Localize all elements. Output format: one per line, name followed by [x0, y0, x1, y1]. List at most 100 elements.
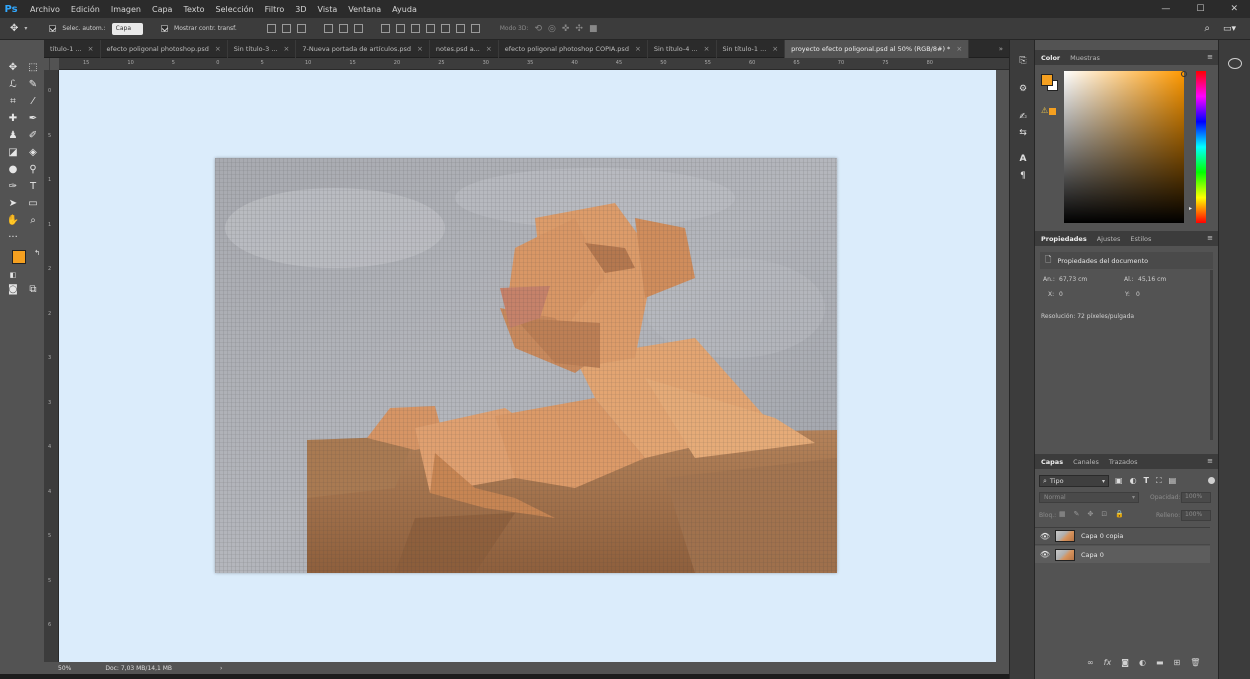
tab-styles[interactable]: Estilos: [1130, 235, 1151, 243]
stamp-tool-icon[interactable]: ♟: [6, 128, 20, 142]
new-layer-icon[interactable]: ⊞: [1174, 658, 1181, 667]
panel-menu-icon[interactable]: ≡: [1207, 457, 1213, 465]
tab-swatches[interactable]: Muestras: [1070, 54, 1100, 62]
lock-transparent-icon[interactable]: ▦: [1059, 510, 1066, 518]
search-icon[interactable]: ⌕: [1204, 23, 1210, 34]
y-value[interactable]: 0: [1136, 291, 1140, 298]
paint-bucket-tool-icon[interactable]: ◈: [26, 145, 40, 159]
slide3d-icon[interactable]: ✣: [575, 24, 583, 34]
distribute-hcenter-icon[interactable]: [440, 24, 450, 33]
blend-mode-dropdown[interactable]: Normal ▾: [1039, 492, 1139, 503]
mask-icon[interactable]: ◙: [1121, 658, 1129, 667]
fill-input[interactable]: 100%: [1181, 510, 1211, 521]
close-button[interactable]: ✕: [1230, 4, 1238, 14]
align-right-icon[interactable]: [353, 24, 363, 33]
lasso-tool-icon[interactable]: ℒ: [6, 77, 20, 91]
close-icon[interactable]: ×: [956, 45, 962, 53]
visibility-eye-icon[interactable]: 👁: [1039, 532, 1051, 541]
distribute-top-icon[interactable]: [380, 24, 390, 33]
x-value[interactable]: 0: [1059, 291, 1063, 298]
menu-ayuda[interactable]: Ayuda: [392, 5, 417, 14]
hue-slider-handle-icon[interactable]: ▸: [1189, 205, 1192, 212]
close-icon[interactable]: ×: [635, 45, 641, 53]
menu-seleccion[interactable]: Selección: [216, 5, 254, 14]
tab-doc-8[interactable]: Sin título-1 ... ×: [717, 39, 786, 58]
move-tool-icon[interactable]: ✥: [10, 23, 18, 34]
align-bottom-icon[interactable]: [296, 24, 306, 33]
tab-doc-2[interactable]: efecto poligonal photoshop.psd ×: [101, 39, 228, 58]
fx-icon[interactable]: fx: [1104, 658, 1112, 667]
tab-doc-active[interactable]: proyecto efecto poligonal.psd al 50% (RG…: [785, 39, 970, 58]
document-canvas[interactable]: [59, 70, 996, 662]
dodge-tool-icon[interactable]: ⚲: [26, 162, 40, 176]
menu-3d[interactable]: 3D: [295, 5, 306, 14]
scale3d-icon[interactable]: ■: [589, 24, 598, 34]
menu-vista[interactable]: Vista: [318, 5, 338, 14]
tab-doc-4[interactable]: 7-Nueva portada de artículos.psd ×: [296, 39, 430, 58]
more-tools-icon[interactable]: ···: [6, 230, 20, 244]
character-panel-icon[interactable]: A: [1016, 154, 1030, 166]
foreground-color-swatch[interactable]: [12, 250, 26, 264]
eyedropper-tool-icon[interactable]: ⁄: [26, 94, 40, 108]
tool-preset-chevron-icon[interactable]: ▾: [24, 25, 27, 32]
tab-paths[interactable]: Trazados: [1109, 458, 1138, 466]
close-icon[interactable]: ×: [486, 45, 492, 53]
menu-ventana[interactable]: Ventana: [348, 5, 381, 14]
gamut-color-chip[interactable]: [1049, 108, 1056, 115]
align-left-icon[interactable]: [323, 24, 333, 33]
default-colors-icon[interactable]: ◧: [6, 268, 20, 282]
close-icon[interactable]: ×: [88, 45, 94, 53]
cc-libraries-icon[interactable]: [1228, 58, 1242, 69]
menu-capa[interactable]: Capa: [152, 5, 172, 14]
status-menu-arrow[interactable]: ›: [220, 665, 222, 672]
auto-select-checkbox[interactable]: [49, 25, 57, 32]
menu-filtro[interactable]: Filtro: [265, 5, 285, 14]
layer-name[interactable]: Capa 0 copia: [1081, 532, 1123, 540]
brush-settings-panel-icon[interactable]: ⚙: [1016, 84, 1030, 96]
healing-tool-icon[interactable]: ✚: [6, 111, 20, 125]
filter-toggle-icon[interactable]: [1208, 477, 1215, 484]
distribute-bottom-icon[interactable]: [410, 24, 420, 33]
close-icon[interactable]: ×: [772, 45, 778, 53]
minimize-button[interactable]: —: [1161, 4, 1170, 14]
pixel-filter-icon[interactable]: ▣: [1115, 476, 1123, 486]
panel-menu-icon[interactable]: ≡: [1207, 234, 1213, 242]
visibility-eye-icon[interactable]: 👁: [1039, 550, 1051, 559]
type-filter-icon[interactable]: T: [1144, 476, 1149, 486]
adjustment-icon[interactable]: ◐: [1139, 658, 1146, 667]
tab-doc-3[interactable]: Sin título-3 ... ×: [228, 39, 297, 58]
rotate3d-icon[interactable]: ⟲: [534, 24, 542, 34]
layer-row-capa-0-copia[interactable]: 👁 Capa 0 copia: [1035, 528, 1210, 545]
width-value[interactable]: 67,73 cm: [1059, 276, 1087, 283]
move-tool-icon[interactable]: ✥: [6, 60, 20, 74]
tab-layers[interactable]: Capas: [1041, 458, 1063, 466]
workspace-icon[interactable]: ▭▾: [1223, 24, 1236, 34]
opacity-input[interactable]: 100%: [1181, 492, 1211, 503]
blur-tool-icon[interactable]: ●: [6, 162, 20, 176]
lock-position-icon[interactable]: ✥: [1088, 510, 1094, 518]
link-icon[interactable]: ∞: [1087, 658, 1094, 667]
layer-filter-dropdown[interactable]: ⌕ Tipo ▾: [1039, 475, 1109, 487]
tab-doc-5[interactable]: notes.psd a... ×: [430, 39, 499, 58]
pen-tool-icon[interactable]: ✑: [6, 179, 20, 193]
height-value[interactable]: 45,16 cm: [1138, 276, 1166, 283]
close-icon[interactable]: ×: [704, 45, 710, 53]
document-image[interactable]: [215, 158, 837, 573]
type-tool-icon[interactable]: T: [26, 179, 40, 193]
close-icon[interactable]: ×: [284, 45, 290, 53]
tab-channels[interactable]: Canales: [1073, 458, 1099, 466]
distribute-vcenter-icon[interactable]: [395, 24, 405, 33]
align-vcenter-icon[interactable]: [281, 24, 291, 33]
path-select-tool-icon[interactable]: ➤: [6, 196, 20, 210]
close-icon[interactable]: ×: [417, 45, 423, 53]
foreground-color-swatch[interactable]: [1041, 74, 1053, 86]
menu-imagen[interactable]: Imagen: [111, 5, 141, 14]
tab-properties[interactable]: Propiedades: [1041, 235, 1087, 243]
auto-select-dropdown[interactable]: Capa: [111, 22, 144, 35]
tab-doc-7[interactable]: Sin título-4 ... ×: [648, 39, 717, 58]
menu-archivo[interactable]: Archivo: [30, 5, 60, 14]
align-top-icon[interactable]: [266, 24, 276, 33]
clone-source-icon[interactable]: ⇆: [1016, 128, 1030, 140]
hue-slider[interactable]: [1196, 71, 1206, 223]
menu-edicion[interactable]: Edición: [71, 5, 100, 14]
